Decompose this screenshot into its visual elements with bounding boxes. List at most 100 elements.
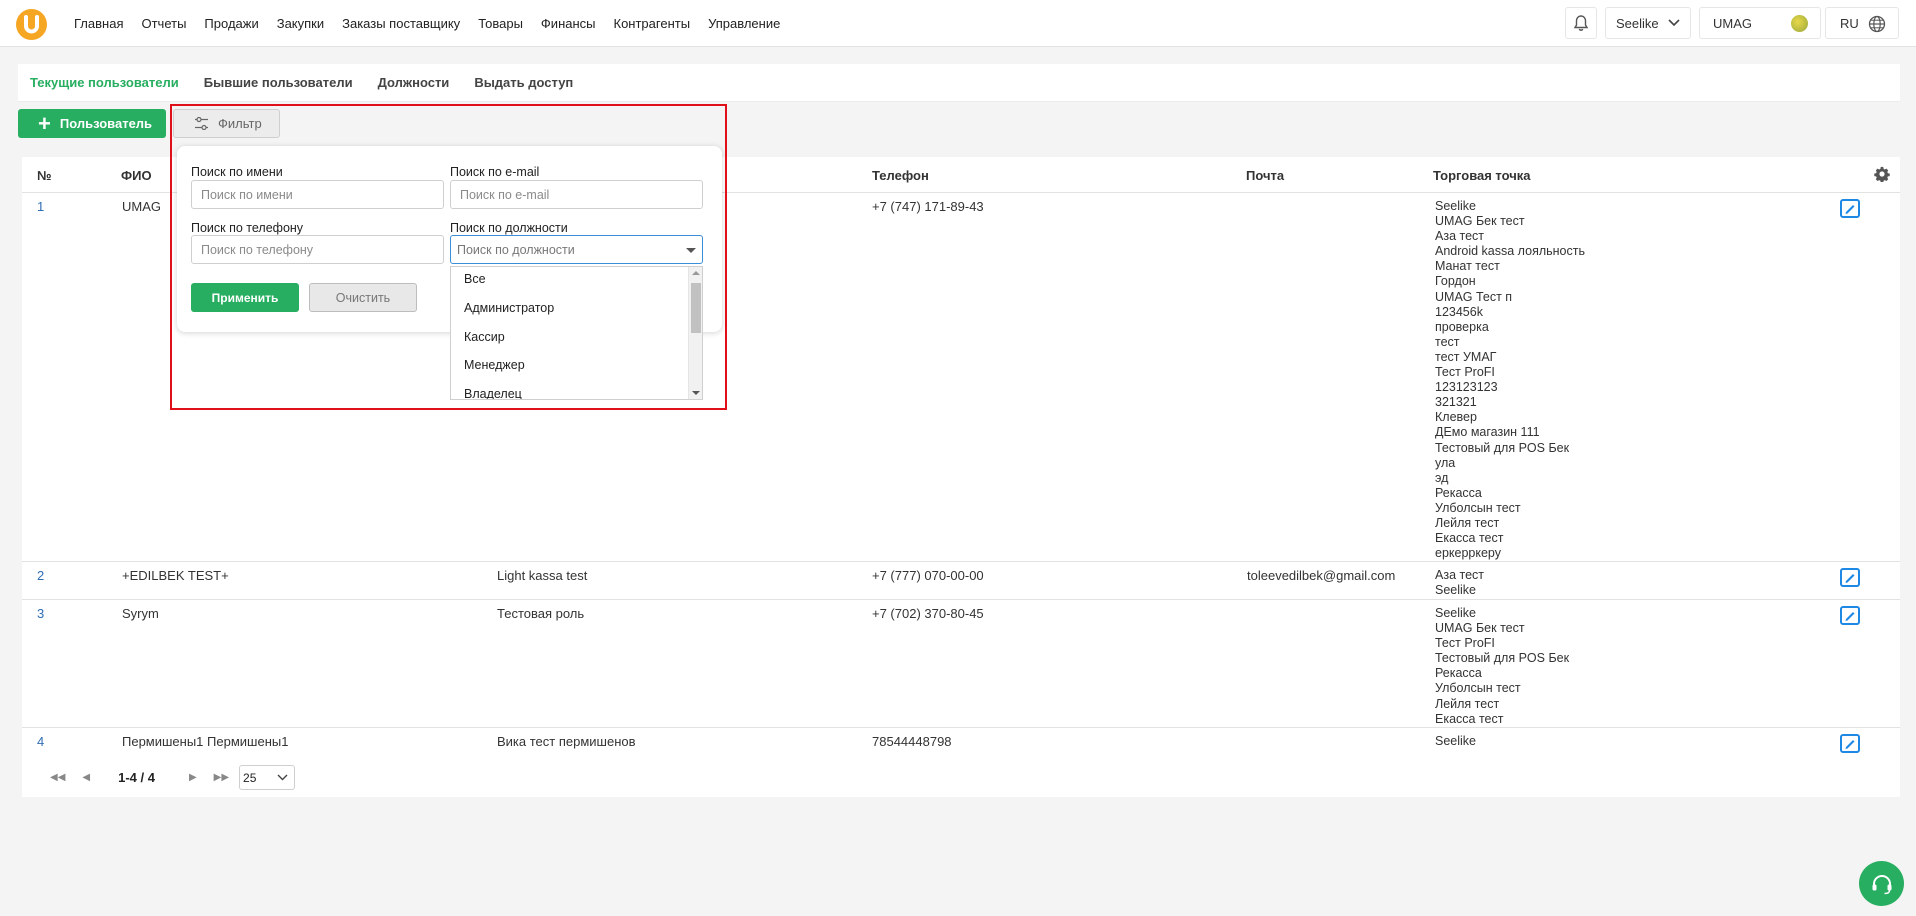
notifications-button[interactable] (1565, 7, 1597, 39)
store-item: ула (1435, 455, 1456, 470)
row-stores: Seelike (1435, 734, 1476, 749)
language-selector[interactable]: RU (1825, 7, 1899, 39)
row-fio[interactable]: Syrym (122, 606, 159, 621)
top-bar: Главная Отчеты Продажи Закупки Заказы по… (0, 0, 1916, 47)
row-role: Тестовая роль (497, 606, 585, 621)
store-item: 321321 (1435, 395, 1477, 410)
highlight-frame (170, 104, 727, 410)
globe-icon (1868, 15, 1886, 33)
row-num: 2 (37, 568, 45, 583)
header-email: Почта (1246, 168, 1285, 183)
store-item: Seelike (1435, 199, 1476, 213)
store-item: Манат тест (1435, 259, 1500, 274)
nav-item-sales[interactable]: Продажи (204, 16, 258, 31)
row-email: toleevedilbek@gmail.com (1247, 568, 1396, 583)
row-role: Вика тест пермишенов (497, 734, 636, 749)
row-role: Light kassa test (497, 568, 588, 583)
store-item: Тест ProFI (1435, 365, 1495, 380)
tab-roles[interactable]: Должности (378, 75, 450, 90)
store-item: проверка (1435, 319, 1489, 334)
header-fio: ФИО (121, 168, 152, 183)
chevron-down-icon (1668, 19, 1680, 27)
store-item: Клевер (1435, 410, 1477, 425)
store-item: Екасса тест (1435, 711, 1504, 726)
header-phone: Телефон (872, 168, 929, 183)
users-tabs: Текущие пользователи Бывшие пользователи… (18, 64, 1900, 102)
row-fio[interactable]: UMAG (122, 199, 161, 214)
row-fio[interactable]: +EDILBEK TEST+ (122, 568, 229, 583)
header-store: Торговая точка (1433, 168, 1531, 183)
store-item: Seelike (1435, 583, 1476, 598)
header-num: № (37, 168, 52, 183)
store-item: Гордон (1435, 274, 1476, 289)
row-fio[interactable]: Пермишены1 Пермишены1 (122, 734, 288, 749)
tab-grant-access[interactable]: Выдать доступ (474, 75, 573, 90)
store-item: эд (1435, 470, 1449, 485)
row-stores: Аза тест Seelike (1435, 568, 1484, 598)
nav-item-finance[interactable]: Финансы (541, 16, 596, 31)
store-selector-label: Seelike (1616, 15, 1659, 31)
nav-item-main[interactable]: Главная (74, 16, 123, 31)
store-item: еркерркеру (1435, 546, 1501, 561)
store-item: Тестовый для POS Бек (1435, 440, 1570, 455)
store-item: 123123123 (1435, 380, 1498, 395)
last-page-icon[interactable]: ▶▶ (214, 772, 229, 783)
plus-icon: + (38, 110, 51, 136)
row-phone: +7 (747) 171-89-43 (872, 199, 984, 214)
edit-icon (1845, 740, 1855, 749)
gear-icon[interactable] (1874, 166, 1890, 182)
table-row: 3 Syrym Тестовая роль +7 (702) 370-80-45… (22, 600, 1900, 728)
row-phone: +7 (777) 070-00-00 (872, 568, 984, 583)
tab-former-users[interactable]: Бывшие пользователи (204, 75, 353, 90)
headset-icon (1872, 874, 1891, 894)
edit-button[interactable] (1840, 606, 1860, 625)
store-item: Рекасса (1435, 666, 1482, 681)
store-item: Аза тест (1435, 229, 1485, 244)
store-selector[interactable]: Seelike (1605, 7, 1691, 39)
page-size-select[interactable]: 25 (239, 765, 296, 790)
store-item: UMAG Бек тест (1435, 214, 1525, 229)
row-stores: Seelike UMAG Бек тест Тест ProFI Тестовы… (1435, 606, 1569, 727)
store-item: Екасса тест (1435, 531, 1504, 546)
add-user-label: Пользователь (59, 116, 153, 131)
nav-item-purchases[interactable]: Закупки (277, 16, 324, 31)
table-row: 2 +EDILBEK TEST+ Light kassa test +7 (77… (22, 562, 1900, 600)
nav-item-supplier-orders[interactable]: Заказы поставщику (342, 16, 460, 31)
edit-icon (1845, 612, 1855, 621)
tab-current-users[interactable]: Текущие пользователи (30, 75, 179, 90)
nav-item-contractors[interactable]: Контрагенты (614, 16, 691, 31)
store-item: UMAG Бек тест (1435, 621, 1525, 636)
nav-item-products[interactable]: Товары (478, 16, 523, 31)
store-item: ДЕмо магазин 111 (1435, 425, 1540, 440)
row-stores: Seelike UMAG Бек тест Аза тест Android k… (1435, 199, 1585, 561)
user-menu[interactable]: UMAG (1699, 7, 1821, 39)
edit-icon (1845, 574, 1855, 583)
prev-page-icon[interactable]: ◀ (82, 772, 90, 783)
store-item: тест (1435, 334, 1460, 349)
next-page-icon[interactable]: ▶ (189, 772, 197, 783)
nav-item-reports[interactable]: Отчеты (141, 16, 186, 31)
row-num: 4 (37, 734, 45, 749)
nav-item-management[interactable]: Управление (708, 16, 780, 31)
edit-button[interactable] (1840, 568, 1860, 587)
store-item: Seelike (1435, 734, 1476, 748)
support-chat-button[interactable] (1859, 861, 1904, 906)
store-item: 123456k (1435, 304, 1483, 319)
store-item: Android kassa лояльность (1435, 244, 1585, 259)
first-page-icon[interactable]: ◀◀ (50, 772, 65, 783)
edit-button[interactable] (1840, 199, 1860, 218)
page-info: 1-4 / 4 (118, 770, 155, 785)
store-item: Тест ProFI (1435, 636, 1495, 651)
umag-logo[interactable] (16, 9, 47, 40)
store-item: Улболсын тест (1435, 681, 1521, 696)
row-num: 3 (37, 606, 45, 621)
edit-button[interactable] (1840, 734, 1860, 753)
row-phone: +7 (702) 370-80-45 (872, 606, 984, 621)
store-item: Улболсын тест (1435, 500, 1521, 515)
store-item: Лейля тест (1435, 515, 1500, 530)
avatar (1791, 15, 1808, 32)
add-user-button[interactable]: + Пользователь (18, 109, 166, 138)
user-name: UMAG (1713, 15, 1752, 31)
edit-icon (1845, 205, 1855, 214)
row-phone: 78544448798 (872, 734, 952, 749)
